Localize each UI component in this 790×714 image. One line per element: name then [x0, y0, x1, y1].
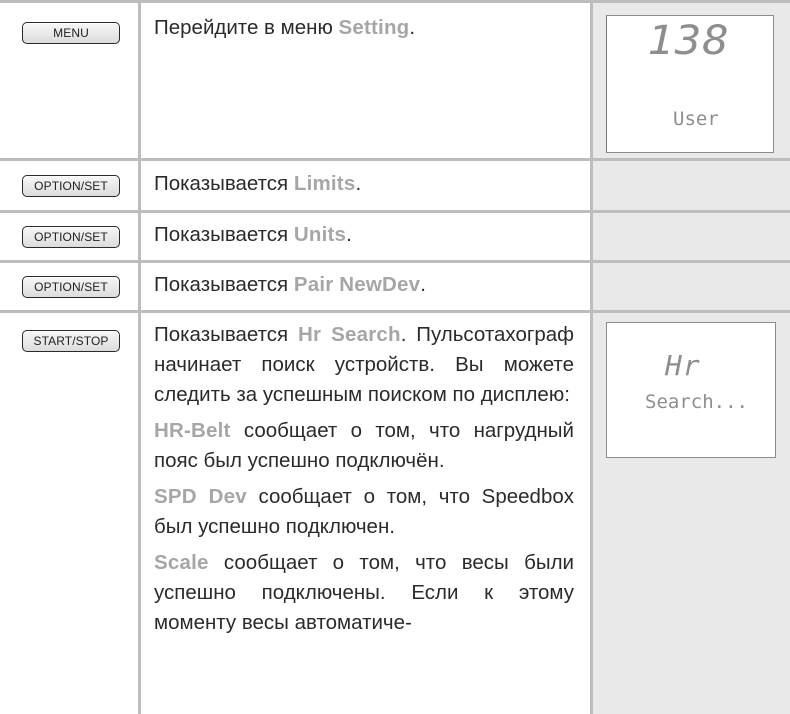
display-bottom-text: Search...: [645, 391, 748, 413]
row-2-text-after: .: [355, 172, 362, 195]
menu-button[interactable]: MENU: [22, 22, 120, 44]
instruction-table: MENU Перейдите в меню Setting. 138 User …: [0, 0, 790, 714]
row-4-button-cell: OPTION/SET: [22, 276, 120, 298]
display-bottom-text: User: [673, 108, 719, 130]
row-3-button-cell: OPTION/SET: [22, 226, 120, 248]
item-highlight: HR-Belt: [154, 419, 231, 442]
row-divider: [0, 260, 790, 263]
option-set-button[interactable]: OPTION/SET: [22, 175, 120, 197]
option-set-button[interactable]: OPTION/SET: [22, 226, 120, 248]
row-5-button-cell: START/STOP: [22, 330, 120, 352]
row-5-intro-before: Показывается: [154, 323, 298, 346]
display-top-text: 138: [647, 18, 731, 64]
row-4-highlight: Pair NewDev: [293, 273, 421, 296]
row-5-item-scale: Scale сообщает о том, что весы были успе…: [154, 548, 574, 638]
row-4-text-before: Показывается: [154, 273, 294, 296]
row-1-text-after: .: [409, 16, 416, 39]
option-set-button[interactable]: OPTION/SET: [22, 276, 120, 298]
row-divider: [0, 158, 790, 161]
row-2-text-before: Показывается: [154, 172, 294, 195]
row-5-item-hr-belt: HR-Belt сообщает о том, что нагрудный по…: [154, 416, 574, 476]
row-3-text: Показывается Units.: [154, 220, 574, 250]
row-4-text: Показывается Pair NewDev.: [154, 270, 574, 300]
row-2-button-cell: OPTION/SET: [22, 175, 120, 197]
item-highlight: Scale: [154, 551, 209, 574]
row-2-highlight: Limits: [293, 172, 356, 195]
row-4-text-after: .: [420, 273, 426, 296]
column-divider: [590, 0, 593, 714]
display-top-text: Hr: [665, 349, 701, 382]
row-divider: [0, 310, 790, 313]
start-stop-button[interactable]: START/STOP: [22, 330, 120, 352]
row-divider: [0, 210, 790, 213]
item-text: сообщает о том, что весы были успешно по…: [154, 551, 574, 634]
row-1-highlight: Setting: [338, 16, 410, 39]
column-divider: [138, 0, 141, 714]
row-1-button-cell: MENU: [22, 22, 120, 44]
row-3-text-after: .: [346, 223, 352, 246]
row-5-text: Показывается Hr Search. Пульсотахограф н…: [154, 320, 574, 638]
row-5-intro-highlight: Hr Search: [297, 323, 401, 346]
row-divider: [0, 0, 790, 3]
row-3-highlight: Units: [293, 223, 347, 246]
row-5-intro: Показывается Hr Search. Пульсотахограф н…: [154, 320, 574, 410]
row-1-text: Перейдите в меню Setting.: [154, 13, 574, 43]
row-2-text: Показывается Limits.: [154, 169, 574, 199]
row-3-text-before: Показывается: [154, 223, 294, 246]
row-5-item-spd-dev: SPD Dev сообщает о том, что Speedbox был…: [154, 482, 574, 542]
display-user: 138 User: [606, 15, 774, 153]
row-1-text-before: Перейдите в меню: [154, 16, 339, 39]
display-hr-search: Hr Search...: [606, 322, 776, 458]
item-highlight: SPD Dev: [154, 485, 247, 508]
